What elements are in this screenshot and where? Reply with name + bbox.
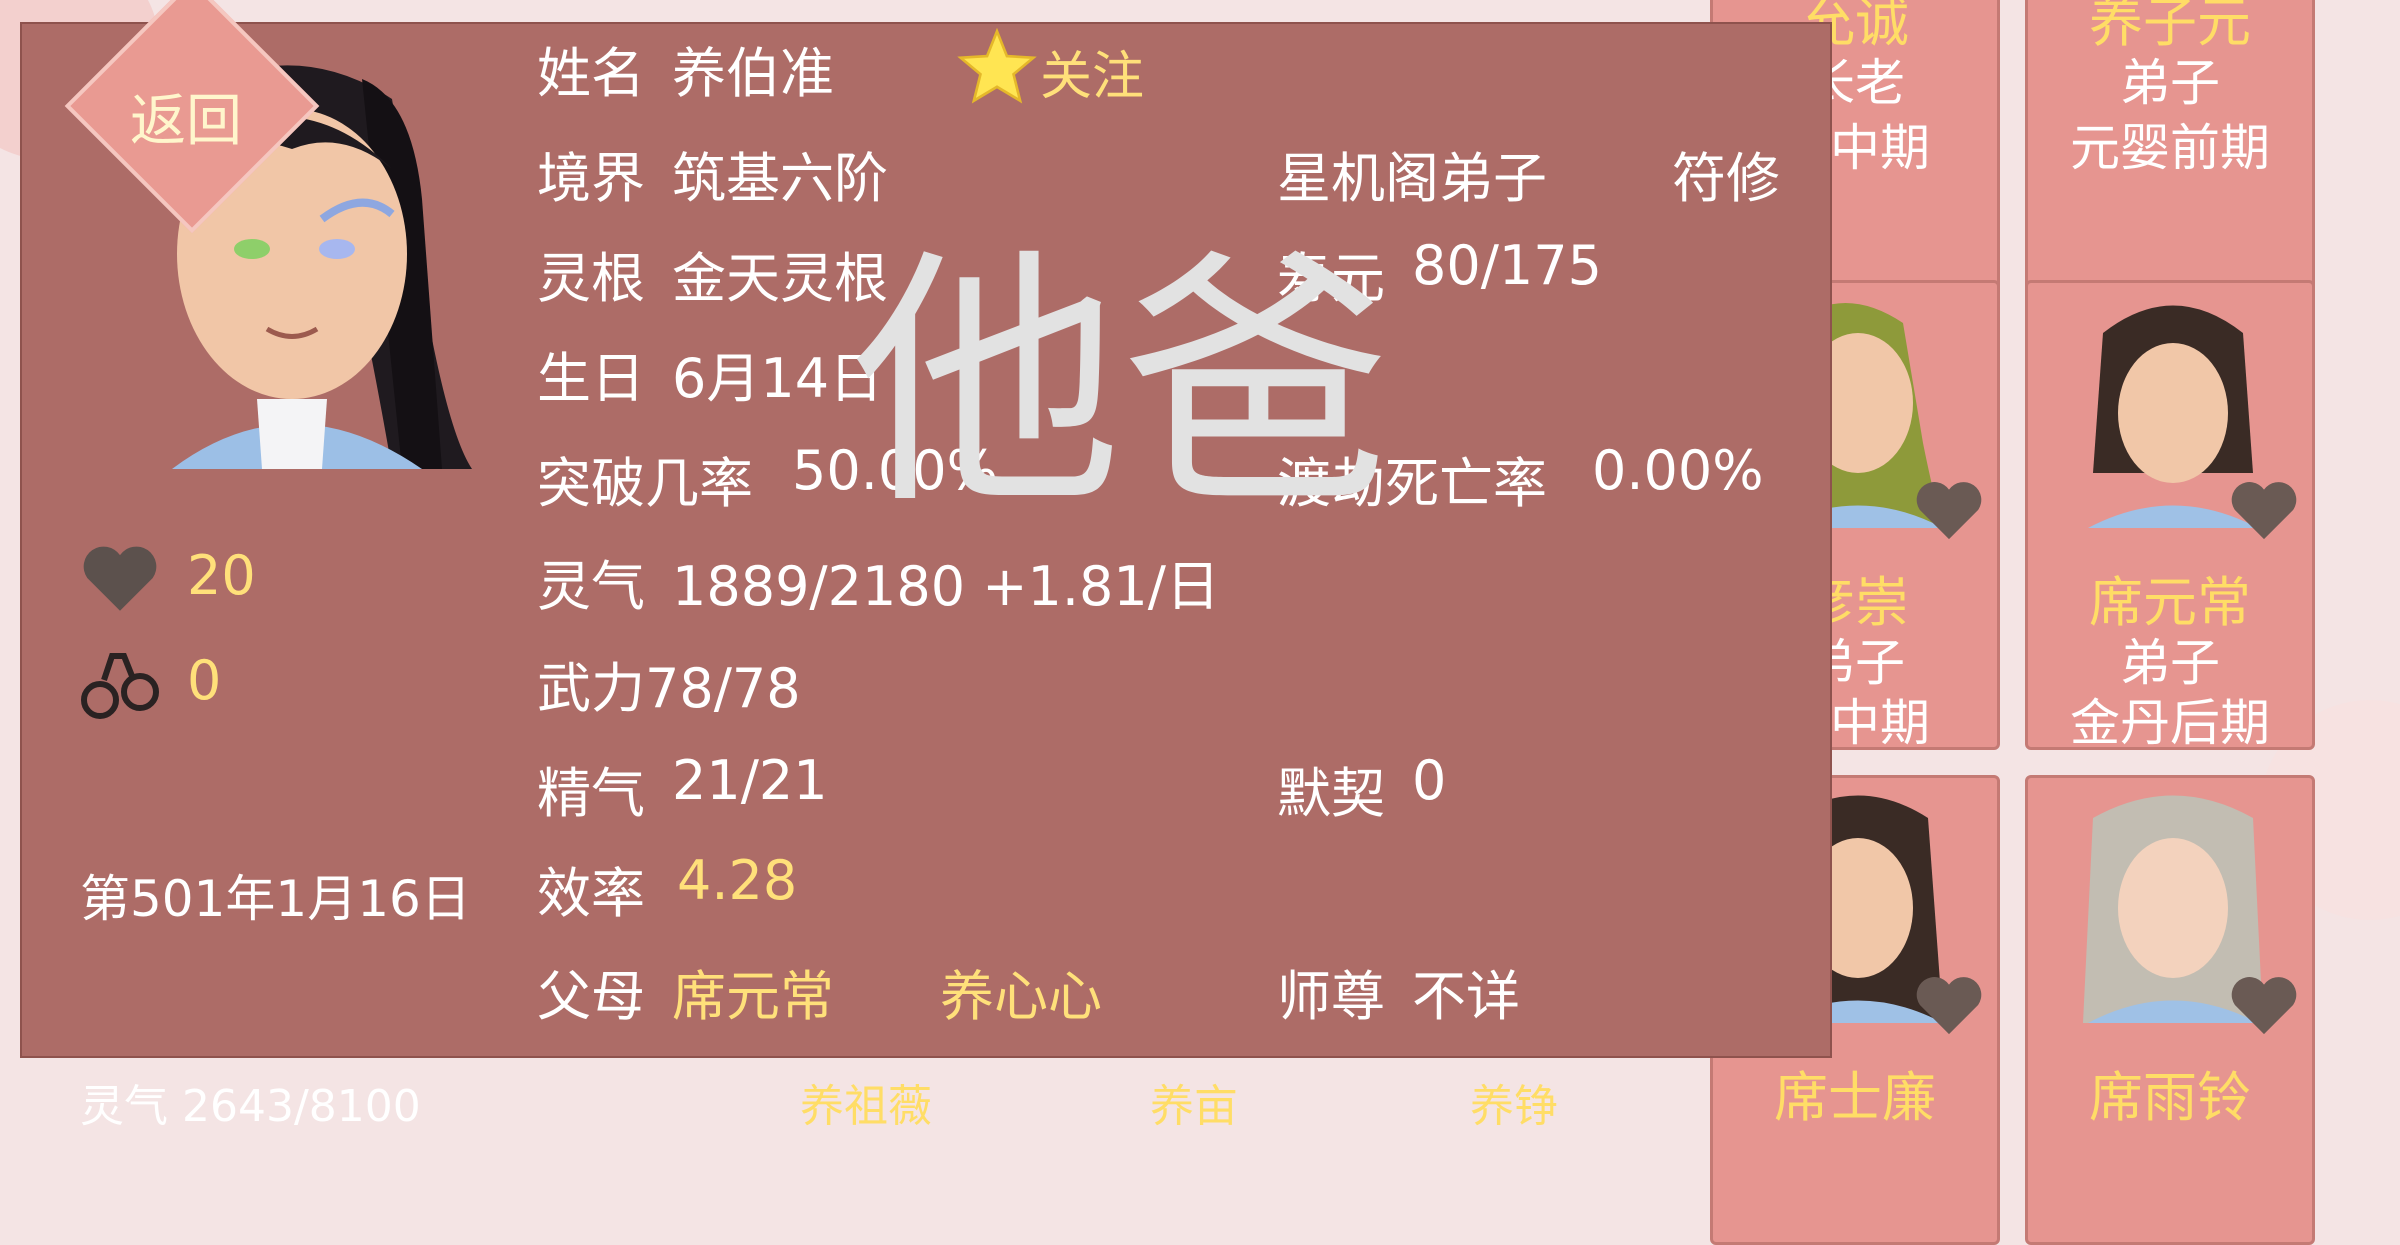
efficiency-value: 4.28 bbox=[677, 849, 798, 912]
essence-label: 精气 bbox=[537, 762, 645, 825]
birthday-label: 生日 bbox=[537, 347, 645, 410]
name-value: 养伯准 bbox=[672, 42, 834, 105]
back-button-label[interactable]: 返回 bbox=[130, 76, 242, 157]
handcuffs-icon bbox=[81, 653, 159, 719]
tribulation-value: 0.00% bbox=[1592, 439, 1764, 502]
card-rank: 金丹后期 bbox=[2070, 694, 2270, 750]
character-detail-panel: 返回 20 0 第501年1月16日 姓名 养伯准 关注 境界 筑基六阶 星机阁… bbox=[20, 0, 1832, 1058]
essence-value: 21/21 bbox=[672, 749, 828, 812]
star-icon[interactable] bbox=[957, 28, 1037, 104]
character-card[interactable]: 席雨铃 bbox=[2025, 775, 2315, 1245]
master-value: 不详 bbox=[1412, 965, 1520, 1028]
card-role: 弟子 bbox=[2120, 54, 2220, 112]
follow-button[interactable]: 关注 bbox=[1040, 34, 1144, 109]
affection-value: 20 bbox=[187, 544, 256, 607]
realm-label: 境界 bbox=[537, 147, 645, 210]
bond-label: 默契 bbox=[1277, 762, 1385, 825]
bond-value: 0 bbox=[1412, 749, 1447, 812]
lifespan-value: 80/175 bbox=[1412, 234, 1602, 297]
qi-label: 灵气 bbox=[537, 555, 645, 618]
root-label: 灵根 bbox=[537, 247, 645, 310]
card-name: 席雨铃 bbox=[2089, 1066, 2251, 1129]
heart-icon[interactable] bbox=[2228, 973, 2300, 1037]
heart-icon[interactable] bbox=[1913, 478, 1985, 542]
heart-icon bbox=[83, 546, 157, 611]
parents-label: 父母 bbox=[537, 965, 645, 1028]
efficiency-label: 效率 bbox=[537, 862, 645, 925]
card-name: 席士廉 bbox=[1774, 1066, 1936, 1129]
name-label: 姓名 bbox=[537, 42, 645, 105]
mother-link[interactable]: 养心心 bbox=[940, 952, 1102, 1031]
father-link[interactable]: 席元常 bbox=[672, 952, 834, 1031]
heart-icon[interactable] bbox=[1913, 973, 1985, 1037]
game-date: 第501年1月16日 bbox=[80, 870, 471, 928]
profession-value: 符修 bbox=[1672, 147, 1780, 210]
power-value: 武力78/78 bbox=[537, 657, 801, 720]
card-rank: 元婴前期 bbox=[2070, 119, 2270, 177]
restraint-value: 0 bbox=[187, 649, 222, 712]
breakthrough-label: 突破几率 bbox=[537, 452, 753, 515]
character-card[interactable]: 席元常 弟子 金丹后期 bbox=[2025, 280, 2315, 750]
heart-icon[interactable] bbox=[2228, 478, 2300, 542]
watermark-text: 他爸 bbox=[852, 226, 1392, 541]
master-label: 师尊 bbox=[1277, 965, 1385, 1028]
